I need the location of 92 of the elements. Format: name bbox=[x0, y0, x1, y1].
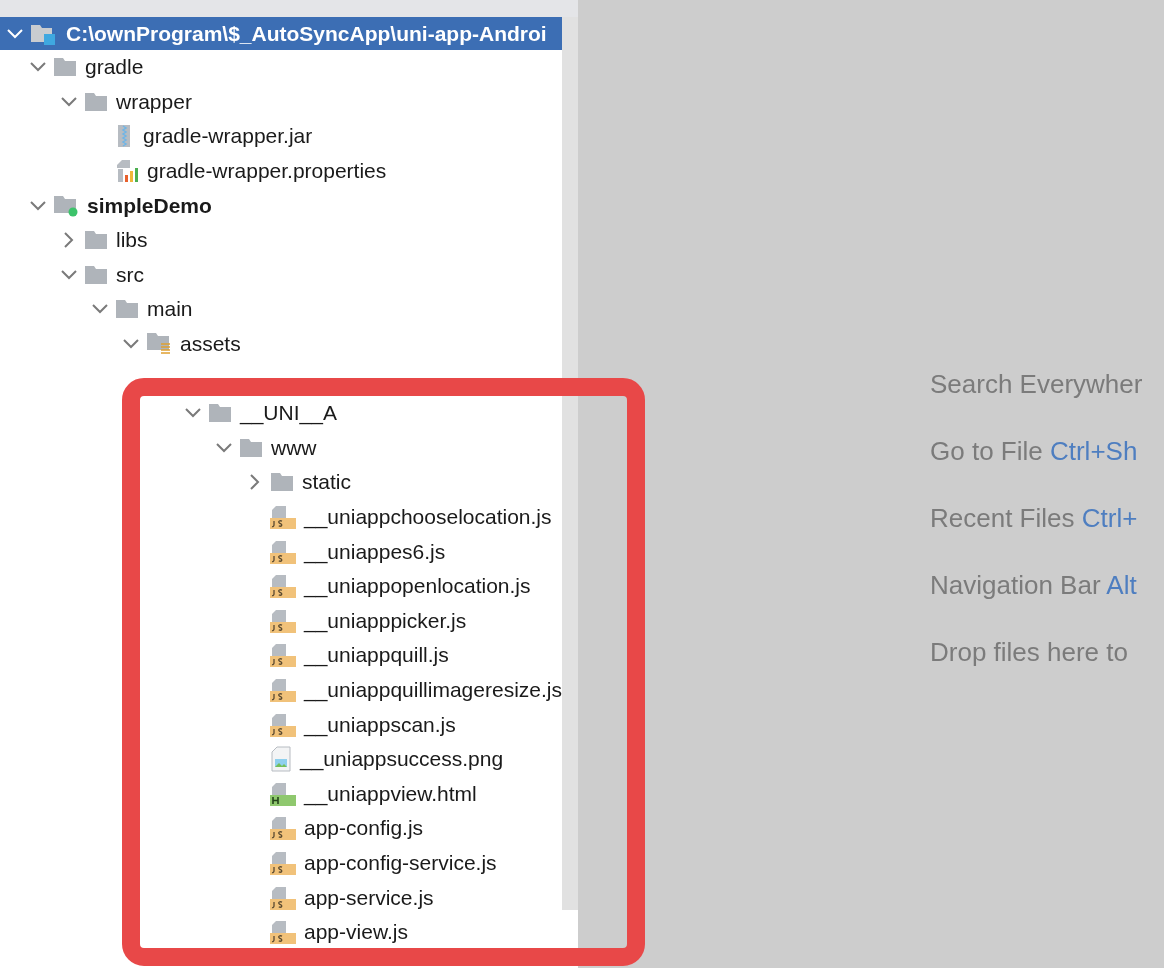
bar-chart-file-icon bbox=[115, 159, 139, 184]
tree-item[interactable]: __uniappview.html bbox=[0, 776, 562, 812]
tree-item[interactable]: app-config.js bbox=[0, 811, 562, 846]
item-label: __uniappview.html bbox=[304, 781, 477, 806]
tree-item[interactable]: www bbox=[0, 430, 562, 466]
image-file-icon bbox=[270, 746, 292, 773]
tree-item[interactable]: __uniapppicker.js bbox=[0, 603, 562, 639]
item-label: gradle-wrapper.jar bbox=[143, 124, 313, 149]
item-label: www bbox=[271, 435, 317, 460]
folder-icon bbox=[239, 437, 263, 458]
folder-icon bbox=[84, 264, 108, 285]
chevron-down-icon[interactable] bbox=[123, 339, 139, 350]
javascript-file-icon bbox=[270, 815, 296, 842]
chevron-right-icon[interactable] bbox=[64, 232, 74, 249]
chevron-down-icon[interactable] bbox=[30, 62, 46, 73]
item-label: app-view.js bbox=[304, 920, 408, 945]
javascript-file-icon bbox=[270, 884, 296, 911]
item-label: main bbox=[147, 297, 193, 322]
item-label: __uniappsuccess.png bbox=[300, 747, 504, 772]
tree-item[interactable]: simpleDemo bbox=[0, 188, 562, 223]
folder-icon bbox=[208, 403, 232, 424]
javascript-file-icon bbox=[270, 642, 296, 669]
welcome-hint: Navigation Bar Alt bbox=[930, 569, 1138, 601]
tree-item[interactable]: static bbox=[0, 465, 562, 500]
tree-item[interactable]: __uniappchooselocation.js bbox=[0, 499, 562, 535]
folder-icon bbox=[115, 299, 139, 320]
item-label: simpleDemo bbox=[87, 193, 212, 218]
item-label: __uniappquillimageresize.js bbox=[304, 678, 562, 702]
chevron-down-icon[interactable] bbox=[61, 96, 77, 107]
item-label: gradle bbox=[85, 55, 144, 80]
chevron-right-icon[interactable] bbox=[250, 474, 260, 491]
tree-item[interactable]: __uniappquill.js bbox=[0, 638, 562, 673]
chevron-down-icon[interactable] bbox=[30, 200, 46, 211]
tree-item[interactable]: gradle bbox=[0, 50, 562, 85]
tree-item[interactable]: assets bbox=[0, 326, 562, 362]
item-label: app-config.js bbox=[304, 816, 424, 841]
tree-item[interactable]: __uniappopenlocation.js bbox=[0, 568, 562, 604]
item-label: __uniappscan.js bbox=[304, 712, 456, 737]
javascript-file-icon bbox=[270, 607, 296, 634]
tree-item[interactable]: gradle-wrapper.jar bbox=[0, 119, 562, 154]
item-label: src bbox=[116, 262, 144, 287]
welcome-hint: Search Everywher bbox=[930, 368, 1144, 400]
item-label: __uniappes6.js bbox=[304, 539, 446, 564]
javascript-file-icon bbox=[270, 504, 296, 530]
tree-item[interactable]: C:\ownProgram\$_AutoSyncApp\uni-app-Androi bbox=[0, 17, 562, 50]
chevron-down-icon[interactable] bbox=[92, 304, 108, 315]
item-label: C:\ownProgram\$_AutoSyncApp\uni-app-Androi bbox=[66, 21, 547, 46]
welcome-hint: Recent Files Ctrl+ bbox=[930, 502, 1139, 534]
welcome-hint: Go to File Ctrl+Sh bbox=[930, 435, 1139, 467]
resource-folder-icon bbox=[146, 332, 172, 357]
folder-icon bbox=[84, 230, 108, 251]
item-label: __uniappchooselocation.js bbox=[304, 505, 552, 529]
item-label: __uniappopenlocation.js bbox=[304, 574, 531, 599]
javascript-file-icon bbox=[270, 538, 296, 565]
chevron-down-icon[interactable] bbox=[185, 408, 201, 419]
tree-item[interactable]: app-service.js bbox=[0, 880, 562, 915]
chevron-down-icon[interactable] bbox=[216, 442, 232, 453]
folder-icon bbox=[84, 91, 108, 112]
item-label: static bbox=[302, 470, 351, 495]
tree-item[interactable]: __uniappquillimageresize.js bbox=[0, 672, 562, 708]
html-file-icon bbox=[270, 780, 296, 807]
tree-item[interactable]: libs bbox=[0, 222, 562, 258]
item-label: wrapper bbox=[116, 89, 192, 114]
module-folder-icon bbox=[53, 194, 79, 217]
tree-item[interactable]: wrapper bbox=[0, 84, 562, 120]
javascript-file-icon bbox=[270, 919, 296, 946]
item-label: assets bbox=[180, 332, 241, 357]
folder-icon bbox=[270, 472, 294, 493]
scrollbar[interactable] bbox=[562, 17, 578, 910]
welcome-hint: Drop files here to bbox=[930, 636, 1129, 668]
tree-item[interactable]: __uniappsuccess.png bbox=[0, 741, 562, 777]
chevron-down-icon[interactable] bbox=[61, 269, 77, 280]
javascript-file-icon bbox=[270, 711, 296, 738]
tree-item[interactable]: app-view.js bbox=[0, 914, 562, 950]
tree-item[interactable]: __uniappscan.js bbox=[0, 707, 562, 742]
tree-item[interactable]: gradle-wrapper.properties bbox=[0, 153, 562, 189]
tree-item[interactable]: main bbox=[0, 292, 562, 327]
javascript-file-icon bbox=[270, 849, 296, 876]
item-label: gradle-wrapper.properties bbox=[147, 159, 387, 184]
item-label: app-service.js bbox=[304, 885, 434, 910]
tree-item[interactable]: app-config-service.js bbox=[0, 845, 562, 881]
item-label: app-config-service.js bbox=[304, 850, 497, 875]
item-label: __uniappquill.js bbox=[304, 643, 449, 668]
tree-item[interactable]: __uniappes6.js bbox=[0, 534, 562, 569]
item-label: libs bbox=[116, 228, 148, 253]
tree-item[interactable]: src bbox=[0, 257, 562, 293]
item-label: __uniapppicker.js bbox=[304, 608, 467, 633]
folder-icon bbox=[53, 57, 77, 78]
tree-item[interactable]: __UNI__A bbox=[0, 395, 562, 431]
javascript-file-icon bbox=[270, 677, 296, 703]
item-label: __UNI__A bbox=[240, 401, 337, 426]
javascript-file-icon bbox=[270, 573, 296, 600]
